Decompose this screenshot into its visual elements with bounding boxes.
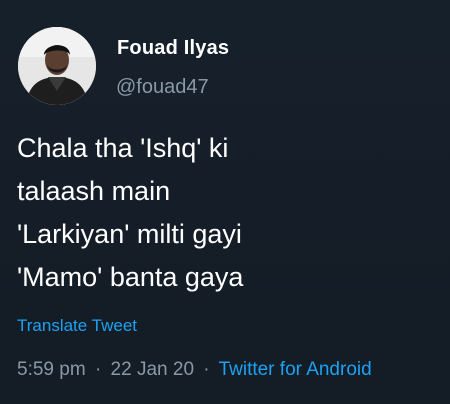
tweet-line: 'Larkiyan' milti gayi xyxy=(17,219,242,249)
tweet-line: Chala tha 'Ishq' ki xyxy=(17,133,229,163)
separator-dot: · xyxy=(203,359,210,380)
tweet-date: 22 Jan 20 xyxy=(110,359,195,380)
tweet-text: Chala tha 'Ishq' ki talaash main 'Larkiy… xyxy=(17,127,437,299)
separator-dot: · xyxy=(94,359,102,380)
translate-tweet-link[interactable]: Translate Tweet xyxy=(17,316,137,336)
tweet-meta: 5:59 pm · 22 Jan 20 · Twitter for Androi… xyxy=(17,359,372,381)
avatar-photo xyxy=(18,27,96,105)
avatar[interactable] xyxy=(18,27,96,105)
user-handle[interactable]: @fouad47 xyxy=(116,76,209,99)
tweet-card: Fouad Ilyas @fouad47 Chala tha 'Ishq' ki… xyxy=(0,0,450,404)
tweet-line: 'Mamo' banta gaya xyxy=(17,262,244,292)
display-name[interactable]: Fouad Ilyas xyxy=(117,37,229,60)
tweet-line: talaash main xyxy=(17,176,171,206)
tweet-time: 5:59 pm xyxy=(17,359,86,380)
tweet-source-link[interactable]: Twitter for Android xyxy=(219,359,372,380)
